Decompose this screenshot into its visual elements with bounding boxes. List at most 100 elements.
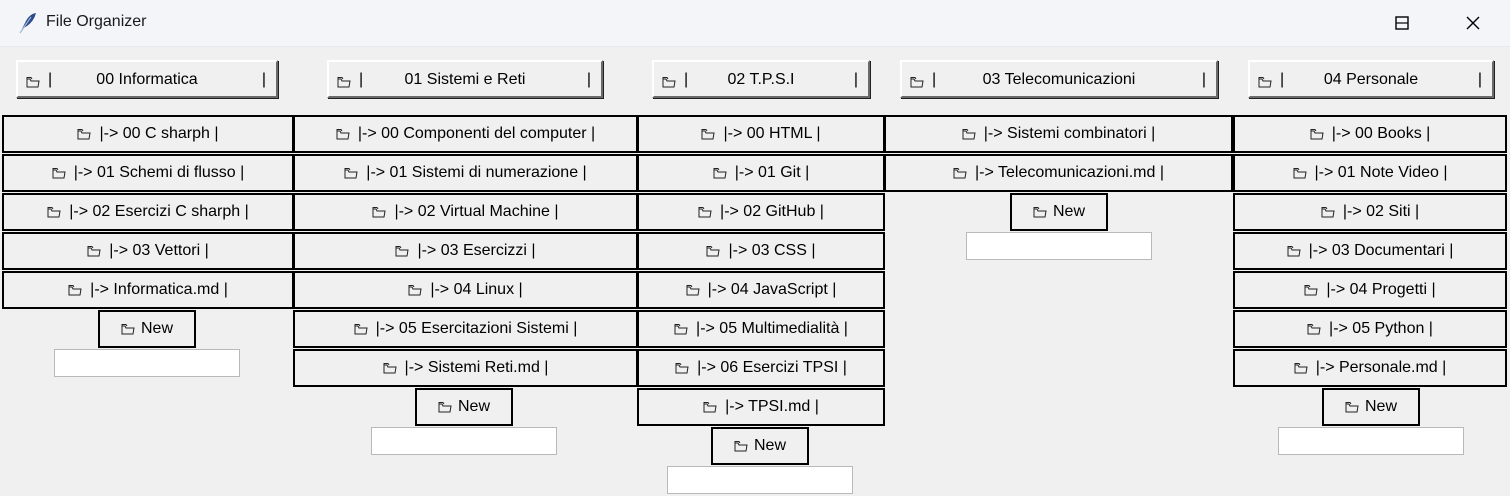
subfolder-item[interactable]: |-> 01 Schemi di flusso | xyxy=(2,154,294,192)
subfolder-item[interactable]: |-> 00 Componenti del computer | xyxy=(293,115,638,153)
folder-icon xyxy=(372,206,387,218)
subfolder-label: |-> 03 Documentari | xyxy=(1308,242,1454,259)
folder-label: 01 Sistemi e Reti xyxy=(404,71,526,88)
subfolder-label: |-> 04 Linux | xyxy=(430,281,523,298)
new-name-input[interactable] xyxy=(1278,427,1464,455)
folder-icon xyxy=(675,362,689,374)
subfolder-label: |-> 01 Schemi di flusso | xyxy=(73,164,245,181)
subfolder-label: |-> 05 Python | xyxy=(1329,320,1433,337)
folder-button[interactable]: | 04 Personale | xyxy=(1248,60,1494,98)
subfolder-item[interactable]: |-> 01 Sistemi di numerazione | xyxy=(293,154,638,192)
feather-icon xyxy=(16,11,38,35)
subfolder-item[interactable]: |-> Sistemi combinatori | xyxy=(884,115,1233,153)
folder-label: 03 Telecomunicazioni xyxy=(982,71,1136,88)
subfolder-item[interactable]: |-> 02 Siti | xyxy=(1233,193,1507,231)
folder-icon xyxy=(1321,206,1335,218)
folder-icon xyxy=(1307,323,1321,335)
new-button-label: New xyxy=(753,437,786,454)
subfolder-item[interactable]: |-> 01 Git | xyxy=(637,154,885,192)
subfolder-item[interactable]: |-> Personale.md | xyxy=(1233,349,1507,387)
window-title: File Organizer xyxy=(46,13,147,30)
subfolder-item[interactable]: |-> 03 Vettori | xyxy=(2,232,294,270)
maximize-button[interactable] xyxy=(1372,0,1432,46)
subfolder-label: |-> 01 Sistemi di numerazione | xyxy=(366,164,587,181)
new-button[interactable]: New xyxy=(711,427,809,465)
separator-bar: | xyxy=(1201,71,1206,88)
folder-button[interactable]: | 03 Telecomunicazioni | xyxy=(900,60,1218,98)
subfolder-label: |-> 04 JavaScript | xyxy=(707,281,837,298)
folder-icon xyxy=(706,245,721,257)
subfolder-item[interactable]: |-> 00 Books | xyxy=(1233,115,1507,153)
separator-bar: | xyxy=(261,71,266,88)
folder-icon xyxy=(344,167,358,179)
new-button[interactable]: New xyxy=(98,310,196,348)
folder-icon xyxy=(713,167,727,179)
subfolder-label: |-> 00 Componenti del computer | xyxy=(357,125,596,142)
subfolder-item[interactable]: |-> Informatica.md | xyxy=(2,271,294,309)
subfolder-item[interactable]: |-> TPSI.md | xyxy=(637,388,885,426)
folder-icon xyxy=(336,128,350,140)
separator-bar: | xyxy=(586,71,591,88)
subfolder-item[interactable]: |-> 03 CSS | xyxy=(637,232,885,270)
folder-icon xyxy=(1287,245,1301,257)
subfolder-item[interactable]: |-> 03 Esercizzi | xyxy=(293,232,638,270)
subfolder-item[interactable]: |-> 05 Python | xyxy=(1233,310,1507,348)
new-button[interactable]: New xyxy=(415,388,513,426)
new-name-input[interactable] xyxy=(371,427,557,455)
new-button-label: New xyxy=(1364,398,1397,415)
subfolder-item[interactable]: |-> Telecomunicazioni.md | xyxy=(884,154,1233,192)
new-name-input[interactable] xyxy=(54,349,240,377)
subfolder-label: |-> 06 Esercizi TPSI | xyxy=(697,359,847,376)
subfolder-item[interactable]: |-> 00 HTML | xyxy=(637,115,885,153)
folder-icon xyxy=(1345,401,1359,413)
new-button[interactable]: New xyxy=(1010,193,1108,231)
subfolder-item[interactable]: |-> 02 Esercizi C sharph | xyxy=(2,193,294,231)
folder-icon xyxy=(1293,167,1307,179)
folder-button[interactable]: | 01 Sistemi e Reti | xyxy=(327,60,603,98)
subfolder-item[interactable]: |-> 06 Esercizi TPSI | xyxy=(637,349,885,387)
subfolder-label: |-> 02 Virtual Machine | xyxy=(394,203,559,220)
new-name-input[interactable] xyxy=(667,466,853,494)
subfolder-item[interactable]: |-> Sistemi Reti.md | xyxy=(293,349,638,387)
subfolder-item[interactable]: |-> 05 Multimedialità | xyxy=(637,310,885,348)
folder-button[interactable]: | 00 Informatica | xyxy=(16,60,278,98)
folder-icon xyxy=(52,167,66,179)
folder-icon xyxy=(686,284,700,296)
subfolder-label: |-> 04 Progetti | xyxy=(1326,281,1436,298)
subfolder-label: |-> 03 CSS | xyxy=(728,242,816,259)
subfolder-label: |-> 05 Esercitazioni Sistemi | xyxy=(375,320,578,337)
subfolder-label: |-> 00 C sharph | xyxy=(99,125,219,142)
folder-icon xyxy=(121,323,135,335)
subfolder-item[interactable]: |-> 02 Virtual Machine | xyxy=(293,193,638,231)
folder-icon xyxy=(1304,284,1318,296)
subfolder-item[interactable]: |-> 04 JavaScript | xyxy=(637,271,885,309)
subfolder-label: |-> TPSI.md | xyxy=(725,398,819,415)
subfolder-item[interactable]: |-> 02 GitHub | xyxy=(637,193,885,231)
subfolder-item[interactable]: |-> 04 Linux | xyxy=(293,271,638,309)
folder-label: 04 Personale xyxy=(1323,71,1419,88)
subfolder-label: |-> 02 Esercizi C sharph | xyxy=(69,203,249,220)
new-button-label: New xyxy=(1052,203,1085,220)
subfolder-label: |-> 03 Vettori | xyxy=(109,242,209,259)
subfolder-label: |-> 00 HTML | xyxy=(723,125,821,142)
folder-icon xyxy=(87,245,101,257)
folder-icon xyxy=(68,284,82,296)
folder-icon xyxy=(408,284,422,296)
folder-icon xyxy=(77,128,92,140)
subfolder-item[interactable]: |-> 01 Note Video | xyxy=(1233,154,1507,192)
subfolder-label: |-> 01 Git | xyxy=(734,164,810,181)
subfolder-label: |-> Informatica.md | xyxy=(90,281,228,298)
folder-icon xyxy=(703,401,717,413)
new-button[interactable]: New xyxy=(1322,388,1420,426)
folder-icon xyxy=(1310,128,1324,140)
new-name-input[interactable] xyxy=(966,232,1152,260)
close-button[interactable] xyxy=(1443,0,1503,46)
separator-bar: | xyxy=(1477,71,1482,88)
subfolder-item[interactable]: |-> 00 C sharph | xyxy=(2,115,294,153)
folder-button[interactable]: | 02 T.P.S.I | xyxy=(652,60,870,98)
subfolder-item[interactable]: |-> 04 Progetti | xyxy=(1233,271,1507,309)
subfolder-item[interactable]: |-> 05 Esercitazioni Sistemi | xyxy=(293,310,638,348)
folder-icon xyxy=(1294,362,1308,374)
subfolder-item[interactable]: |-> 03 Documentari | xyxy=(1233,232,1507,270)
folder-icon xyxy=(701,128,716,140)
